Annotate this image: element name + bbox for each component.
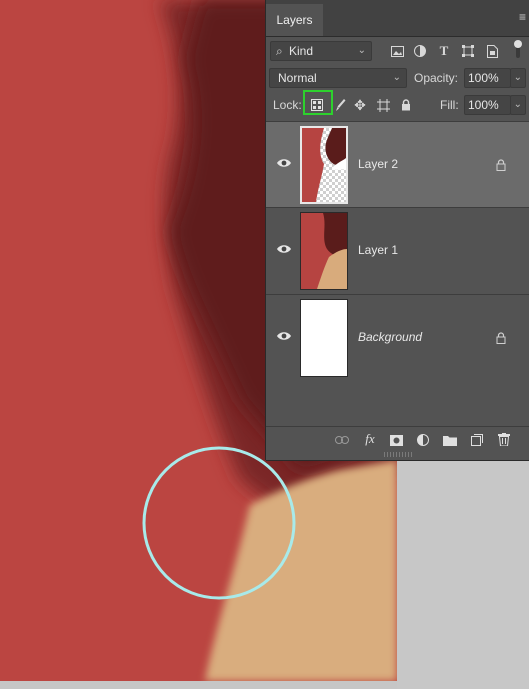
layer-thumbnail[interactable] [300,299,348,377]
search-icon: ⌕ [276,44,283,58]
filter-type-icon[interactable]: T [436,43,452,59]
layers-panel: Layers ≡ ⌕ Kind ⌄ T Normal ⌄ Opacity: 10… [266,0,529,460]
panel-footer: fx [266,426,529,453]
lock-icon [496,332,506,344]
trash-icon[interactable] [496,431,512,447]
opacity-field[interactable]: 100% [464,68,511,88]
blend-mode-dropdown[interactable]: Normal ⌄ [269,68,407,88]
filter-kind-dropdown[interactable]: ⌕ Kind ⌄ [270,41,372,61]
chevron-down-icon: ⌄ [513,99,522,110]
opacity-value: 100% [468,71,499,85]
layer-name[interactable]: Layer 1 [358,243,398,257]
fill-label: Fill: [440,98,459,112]
add-mask-icon[interactable] [388,432,404,448]
lock-artboard-icon[interactable] [375,97,391,113]
filter-pixel-icon[interactable] [389,43,405,59]
lock-icon [496,159,506,171]
opacity-dropdown-button[interactable]: ⌄ [510,68,526,88]
filter-shape-icon[interactable] [460,43,476,59]
new-layer-icon[interactable] [469,432,485,448]
layer-row-background[interactable]: Background [266,294,529,380]
tab-layers[interactable]: Layers [266,4,323,36]
layer-thumbnail[interactable] [300,212,348,290]
panel-tab-bar: Layers ≡ [266,0,529,37]
filter-smart-object-icon[interactable] [484,43,500,59]
fill-dropdown-button[interactable]: ⌄ [510,95,526,115]
layer-name[interactable]: Layer 2 [358,157,398,171]
filter-kind-value: Kind [289,44,314,58]
filter-adjustment-icon[interactable] [412,43,428,59]
layer-name[interactable]: Background [358,330,422,344]
group-folder-icon[interactable] [442,432,458,448]
chevron-down-icon: ⌄ [357,45,366,56]
link-icon[interactable] [334,432,350,448]
lock-row: Lock: ✥ Fill: 100% ⌄ [266,90,529,117]
lock-all-icon[interactable] [398,97,414,113]
fill-field[interactable]: 100% [464,95,511,115]
blend-mode-value: Normal [278,71,317,85]
opacity-label: Opacity: [414,71,459,85]
chevron-down-icon: ⌄ [392,72,401,83]
layer-row-layer-2[interactable]: Layer 2 [266,121,529,207]
layer-row-layer-1[interactable]: Layer 1 [266,207,529,293]
layer-thumbnail[interactable] [300,126,348,204]
blend-row: Normal ⌄ Opacity: 100% ⌄ [266,68,529,90]
panel-menu-icon[interactable]: ≡ [519,10,526,24]
filter-toggle-icon[interactable] [510,40,526,58]
lock-label: Lock: [273,98,302,112]
eye-icon[interactable] [276,243,292,255]
chevron-down-icon: ⌄ [513,72,522,83]
eye-icon[interactable] [276,330,292,342]
lock-transparent-pixels-icon[interactable] [309,97,325,113]
canvas-bottom-margin [0,681,397,689]
eye-icon[interactable] [276,157,292,169]
panel-resize-grip[interactable] [384,452,412,457]
filter-row: ⌕ Kind ⌄ T [266,40,529,63]
adjustment-icon[interactable] [415,432,431,448]
lock-position-icon[interactable]: ✥ [352,97,368,113]
lock-image-pixels-icon[interactable] [333,97,349,113]
fill-value: 100% [468,98,499,112]
fx-icon[interactable]: fx [362,431,378,447]
